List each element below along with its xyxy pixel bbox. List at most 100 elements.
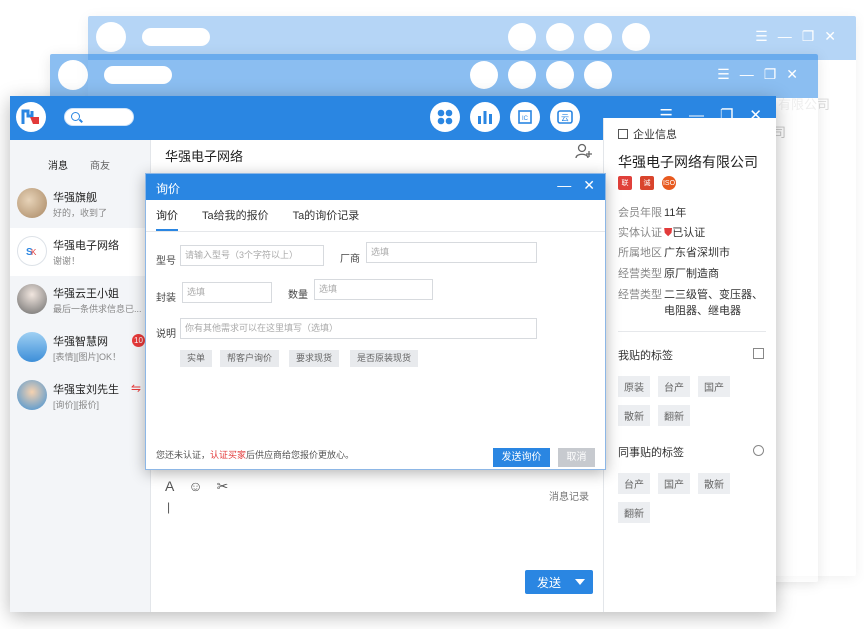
info-business-scope: 经营类型 二三级管、变压器、 xyxy=(618,289,763,301)
dialog-tabs: 询价 Ta给我的报价 Ta的询价记录 xyxy=(156,207,359,231)
dialog-controls: — ✕ xyxy=(557,177,595,194)
send-label: 发送 xyxy=(537,575,562,590)
avatar xyxy=(17,332,47,362)
maker-input[interactable]: 选填 xyxy=(366,242,537,263)
conversation-item[interactable]: 华强云王小姐 最后一条供求信息已... xyxy=(10,276,150,324)
conversation-item[interactable]: 华强旗舰 好的，收到了 xyxy=(10,180,150,228)
background-app-icons xyxy=(508,23,650,51)
avatar: SK xyxy=(17,236,47,266)
quick-option-button[interactable]: 帮客户询价 xyxy=(220,350,280,367)
integrity-badge-icon: 诚 xyxy=(640,176,654,190)
desktop-stage: ☰—❐✕ 有限公司 ☰—❐✕ 公司 xyxy=(0,0,864,629)
background-app-icons xyxy=(470,61,612,89)
tag-item[interactable]: 台产 xyxy=(658,376,690,397)
tag-item[interactable]: 国产 xyxy=(658,473,690,494)
tag-item[interactable]: 原装 xyxy=(618,376,650,397)
app-logo[interactable] xyxy=(16,102,46,132)
avatar xyxy=(17,284,47,314)
transfer-alert-icon: ⇋ xyxy=(131,381,142,395)
screenshot-scissors-icon[interactable]: ✂ xyxy=(217,478,229,495)
tag-item[interactable]: 散新 xyxy=(698,473,730,494)
dialog-titlebar: 询价 — ✕ xyxy=(146,174,605,200)
add-user-icon[interactable] xyxy=(575,142,593,160)
cancel-button[interactable]: 取消 xyxy=(558,448,595,467)
search-box[interactable] xyxy=(64,108,134,126)
cloud-app-icon[interactable]: 云 xyxy=(550,102,580,132)
tab-contacts[interactable]: 商友 xyxy=(90,149,110,172)
conversation-item[interactable]: 华强宝刘先生 [询价][报价] ⇋ xyxy=(10,372,150,420)
maker-label: 厂商 xyxy=(340,254,360,265)
background-titlebar: ☰—❐✕ xyxy=(50,54,818,98)
svg-text:K: K xyxy=(31,248,37,257)
dialog-title: 询价 xyxy=(156,182,181,196)
tag-item[interactable]: 翻新 xyxy=(658,405,690,426)
description-input[interactable]: 你有其他需求可以在这里填写（选填） xyxy=(180,318,537,339)
tab-messages[interactable]: 消息 xyxy=(48,149,68,172)
conversation-preview: 最后一条供求信息已... xyxy=(53,304,142,314)
send-inquiry-button[interactable]: 发送询价 xyxy=(493,448,550,467)
background-window-controls: ☰—❐✕ xyxy=(717,66,808,82)
model-label: 型号 xyxy=(156,256,176,267)
notice-prefix: 您还未认证， xyxy=(156,450,211,460)
conversation-name: 华强电子网络 xyxy=(53,240,119,252)
chat-title: 华强电子网络 xyxy=(165,149,244,164)
send-options-icon[interactable] xyxy=(575,579,585,585)
quick-option-button[interactable]: 要求现货 xyxy=(289,350,340,367)
quick-option-button[interactable]: 实单 xyxy=(180,350,213,367)
avatar xyxy=(17,188,47,218)
verify-buyer-link[interactable]: 认证买家 xyxy=(210,450,246,460)
svg-text:云: 云 xyxy=(561,114,569,123)
background-search xyxy=(104,66,172,84)
grid-app-icon[interactable] xyxy=(430,102,460,132)
input-toolbar: A ☺ ✂ xyxy=(165,478,228,495)
background-search xyxy=(142,28,210,46)
conversation-preview: 好的，收到了 xyxy=(53,208,108,218)
emoji-icon[interactable]: ☺ xyxy=(188,478,202,495)
description-label: 说明 xyxy=(156,329,176,340)
tag-item[interactable]: 台产 xyxy=(618,473,650,494)
conversation-preview: 谢谢！ xyxy=(53,256,81,266)
font-icon[interactable]: A xyxy=(165,478,174,495)
company-info-panel: 企业信息 华强电子网络有限公司 联 诚 ISO 会员年限 11年 实体认证 ⛊已认证… xyxy=(603,118,776,612)
company-name: 华强电子网络有限公司 xyxy=(618,154,758,170)
quick-option-button[interactable]: 是否原装现货 xyxy=(350,350,419,367)
model-input[interactable]: 请输入型号（3个字符以上） xyxy=(180,245,324,266)
tag-item[interactable]: 国产 xyxy=(698,376,730,397)
tag-item[interactable]: 翻新 xyxy=(618,502,650,523)
background-logo xyxy=(58,60,88,90)
my-tags: 原装 台产 国产 散新 翻新 xyxy=(618,376,768,426)
chart-app-icon[interactable] xyxy=(470,102,500,132)
company-info-header: 企业信息 xyxy=(618,126,677,142)
svg-text:IC: IC xyxy=(522,116,529,122)
logo-icon xyxy=(21,109,39,124)
info-region: 所属地区 广东省深圳市 xyxy=(618,247,730,259)
info-membership: 会员年限 11年 xyxy=(618,207,687,219)
conversation-name: 华强宝刘先生 xyxy=(53,384,119,396)
package-input[interactable]: 选填 xyxy=(182,282,272,303)
tab-inquiry[interactable]: 询价 xyxy=(156,207,178,231)
company-badges: 联 诚 ISO xyxy=(618,176,676,190)
edit-tags-icon[interactable] xyxy=(753,348,764,359)
text-cursor[interactable]: | xyxy=(167,500,170,514)
conversation-name: 华强旗舰 xyxy=(53,192,97,204)
my-tags-title: 我贴的标签 xyxy=(618,350,673,362)
quantity-input[interactable]: 选填 xyxy=(314,279,433,300)
dialog-minimize-icon[interactable]: — xyxy=(557,177,571,194)
conversation-item[interactable]: 华强智慧网 [表情][图片]OK！ 10 xyxy=(10,324,150,372)
message-history-link[interactable]: 消息记录 xyxy=(549,488,589,503)
conversation-name: 华强智慧网 xyxy=(53,336,108,348)
conversation-item-selected[interactable]: SK 华强电子网络 谢谢！ xyxy=(10,228,150,276)
search-icon xyxy=(71,112,80,121)
search-tags-icon[interactable] xyxy=(753,445,764,456)
tab-quotes-received[interactable]: Ta给我的报价 xyxy=(202,207,269,231)
unread-badge: 10 xyxy=(132,334,145,347)
dialog-close-icon[interactable]: ✕ xyxy=(583,177,595,194)
ic-app-icon[interactable]: IC xyxy=(510,102,540,132)
tab-inquiry-history[interactable]: Ta的询价记录 xyxy=(293,207,360,231)
send-button[interactable]: 发送 xyxy=(525,570,593,594)
conversation-name: 华强云王小姐 xyxy=(53,288,119,300)
colleague-tags: 台产 国产 散新 翻新 xyxy=(618,473,768,523)
colleague-tags-title: 同事贴的标签 xyxy=(618,447,684,459)
verified-shield-icon: ⛊ xyxy=(664,227,673,239)
tag-item[interactable]: 散新 xyxy=(618,405,650,426)
